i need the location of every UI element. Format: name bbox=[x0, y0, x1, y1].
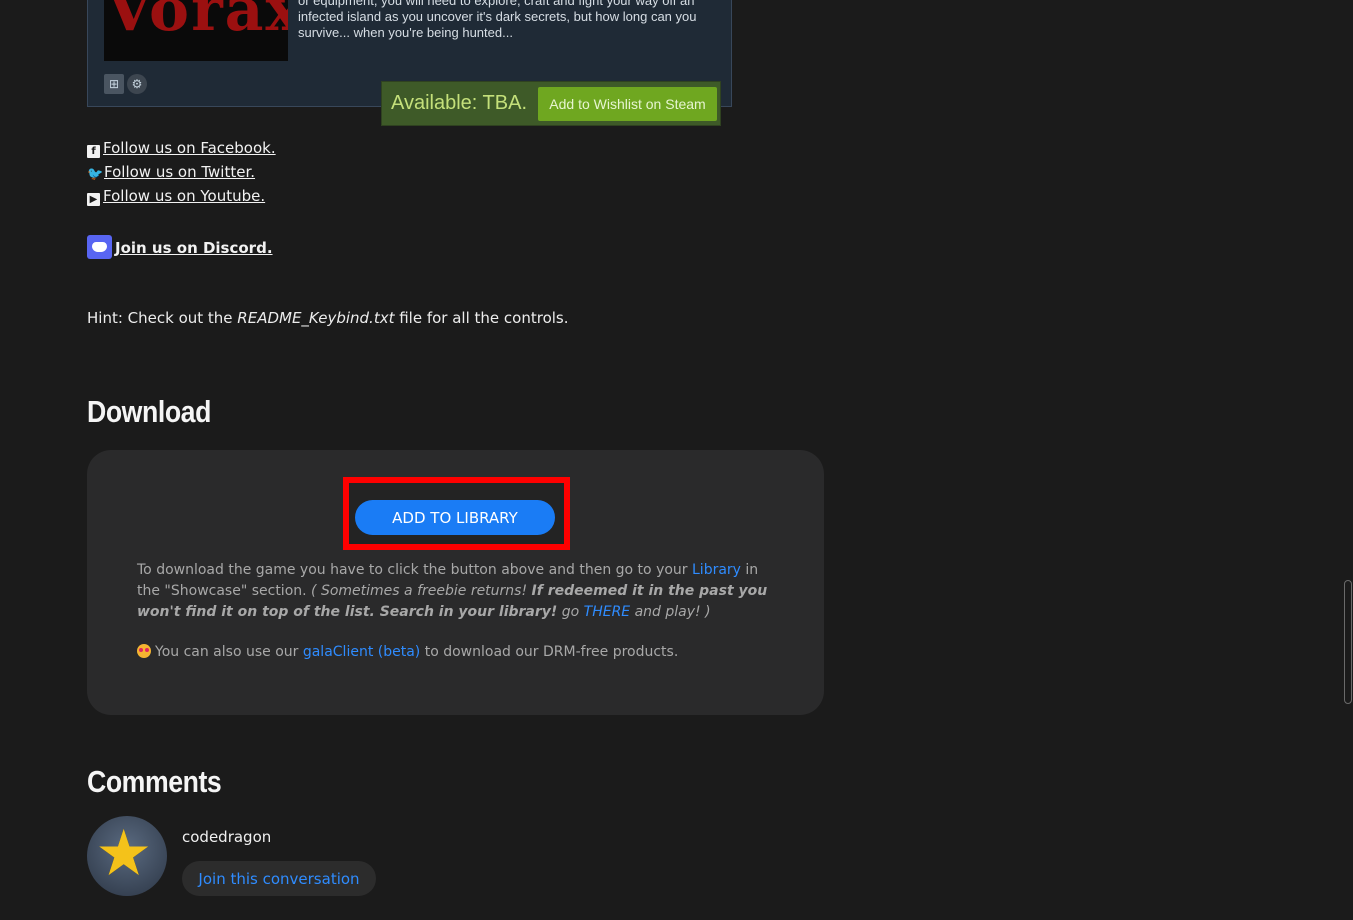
steam-icon: ⚙ bbox=[127, 74, 147, 94]
youtube-icon: ▶ bbox=[87, 193, 100, 206]
twitter-link-row: 🐦Follow us on Twitter. bbox=[87, 163, 255, 181]
there-link[interactable]: THERE bbox=[584, 604, 631, 620]
youtube-link[interactable]: Follow us on Youtube. bbox=[103, 187, 265, 205]
instructions-italic-1: ( Sometimes a freebie returns! bbox=[311, 583, 532, 599]
availability-text: Available: TBA. bbox=[391, 92, 528, 114]
discord-icon bbox=[87, 235, 112, 259]
download-panel: ADD TO LIBRARY To download the game you … bbox=[87, 450, 824, 715]
instructions-italic-3: and play! ) bbox=[630, 604, 711, 620]
game-logo: Vorax bbox=[106, 0, 288, 45]
hint-prefix: Hint: Check out the bbox=[87, 309, 238, 327]
facebook-link-row: f Follow us on Facebook. bbox=[87, 139, 276, 158]
download-heading: Download bbox=[87, 394, 211, 429]
twitter-link[interactable]: Follow us on Twitter. bbox=[104, 163, 255, 181]
library-link[interactable]: Library bbox=[692, 562, 741, 578]
purchase-box: Available: TBA. Add to Wishlist on Steam bbox=[381, 81, 721, 126]
scrollbar-thumb[interactable] bbox=[1344, 580, 1352, 704]
join-conversation-button[interactable]: Join this conversation bbox=[182, 861, 376, 896]
instructions-text-1: To download the game you have to click t… bbox=[137, 562, 692, 578]
galaclient-link[interactable]: galaClient (beta) bbox=[303, 644, 420, 660]
add-to-library-button[interactable]: ADD TO LIBRARY bbox=[355, 500, 555, 535]
game-description: Vorax is an atmospheric open world survi… bbox=[298, 0, 697, 40]
facebook-icon: f bbox=[87, 145, 100, 158]
download-instructions: To download the game you have to click t… bbox=[137, 560, 777, 623]
windows-icon: ⊞ bbox=[104, 74, 124, 94]
avatar[interactable]: ★ bbox=[87, 816, 167, 896]
add-to-wishlist-button[interactable]: Add to Wishlist on Steam bbox=[538, 87, 717, 121]
platform-icons: ⊞ ⚙ bbox=[104, 74, 147, 94]
star-icon: ★ bbox=[95, 817, 153, 891]
comments-heading: Comments bbox=[87, 764, 222, 799]
username: codedragon bbox=[182, 828, 272, 846]
facebook-link[interactable]: Follow us on Facebook. bbox=[103, 139, 276, 157]
galaclient-note: You can also use our galaClient (beta) t… bbox=[137, 644, 678, 660]
star-struck-emoji-icon bbox=[137, 644, 151, 658]
client-text-prefix: You can also use our bbox=[155, 644, 303, 660]
client-text-suffix: to download our DRM-free products. bbox=[420, 644, 679, 660]
game-capsule-image[interactable]: Vorax bbox=[104, 0, 288, 61]
hint-suffix: file for all the controls. bbox=[394, 309, 569, 327]
controls-hint: Hint: Check out the README_Keybind.txt f… bbox=[87, 309, 569, 327]
hint-filename: README_Keybind.txt bbox=[237, 309, 395, 327]
discord-link-row: Join us on Discord. bbox=[87, 235, 273, 259]
twitter-icon: 🐦 bbox=[87, 167, 104, 182]
discord-link[interactable]: Join us on Discord. bbox=[115, 239, 273, 257]
youtube-link-row: ▶ Follow us on Youtube. bbox=[87, 187, 265, 206]
instructions-italic-2: go bbox=[557, 604, 584, 620]
